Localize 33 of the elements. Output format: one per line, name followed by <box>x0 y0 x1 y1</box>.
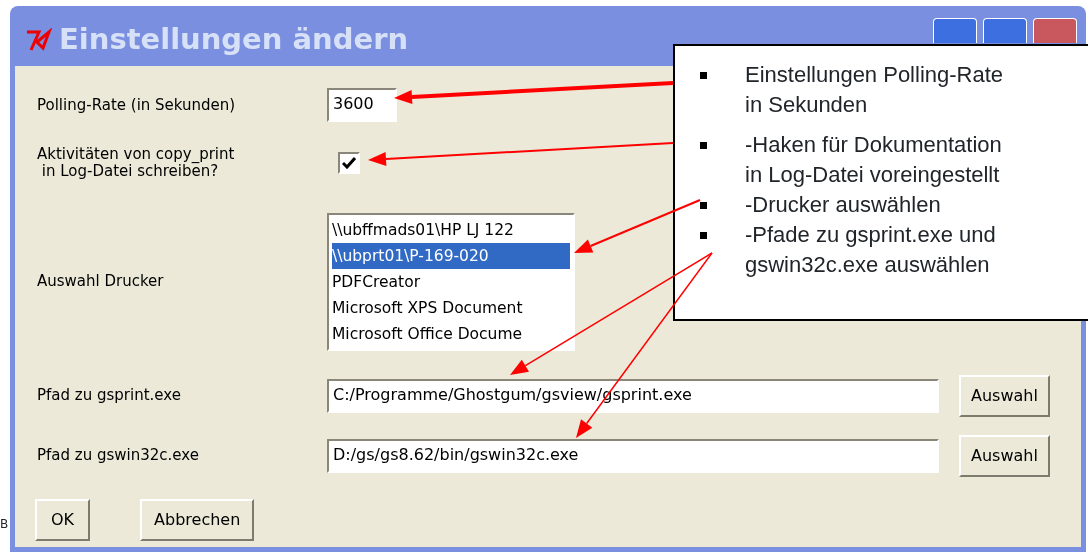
list-item[interactable]: Microsoft Office Docume <box>332 320 570 347</box>
maximize-button[interactable] <box>983 18 1027 43</box>
bullet-icon <box>700 142 707 149</box>
field-label: Pfad zu gswin32c.exe <box>37 445 200 467</box>
list-item[interactable]: Microsoft XPS Document <box>332 294 570 321</box>
printer-listbox[interactable]: \\ubffmads01\HP LJ 122 \\ubprt01\P-169-020 PDFCreator Microsoft XPS Document Microsoft Office Docume <box>327 212 575 351</box>
field-label: Auswahl Drucker <box>37 271 165 293</box>
list-item[interactable]: PDFCreator <box>332 268 570 295</box>
cancel-button[interactable]: Abbrechen <box>140 498 255 541</box>
close-button[interactable] <box>1033 18 1077 43</box>
browse-button[interactable]: Auswahl <box>959 434 1050 477</box>
browse-button[interactable]: Auswahl <box>959 374 1050 417</box>
number-field[interactable]: 3600 <box>327 88 397 122</box>
check-icon <box>342 157 356 170</box>
bullet-icon <box>700 72 707 79</box>
bullet-icon <box>700 202 707 209</box>
feather-icon <box>25 28 53 52</box>
field-label: Polling-Rate (in Sekunden) <box>37 94 237 116</box>
callout-text: -Haken für Dokumentation in Log-Datei voreingestellt <box>745 131 1002 189</box>
callout-text: Einstellungen Polling-Rate in Sekunden <box>745 61 1004 119</box>
field-label: Pfad zu gsprint.exe <box>37 385 182 407</box>
path-field[interactable]: D:/gs/gs8.62/bin/gswin32c.exe <box>327 438 939 473</box>
callout-text: -Pfade zu gsprint.exe und gswin32c.exe auswählen <box>745 221 996 279</box>
bullet-icon <box>700 232 707 239</box>
list-item[interactable]: \\ubprt01\P-169-020 <box>332 242 570 269</box>
callout-text: -Drucker auswählen <box>745 191 941 219</box>
list-item[interactable]: \\ubffmads01\HP LJ 122 <box>332 216 570 243</box>
field-label: Aktivitäten von copy_print in Log-Datei schreiben? <box>37 146 236 181</box>
checkbox[interactable] <box>338 152 360 175</box>
edge-text: B <box>0 517 9 531</box>
ok-button[interactable]: OK <box>35 498 91 541</box>
minimize-button[interactable] <box>933 18 977 43</box>
window-title: Einstellungen ändern <box>59 21 409 59</box>
